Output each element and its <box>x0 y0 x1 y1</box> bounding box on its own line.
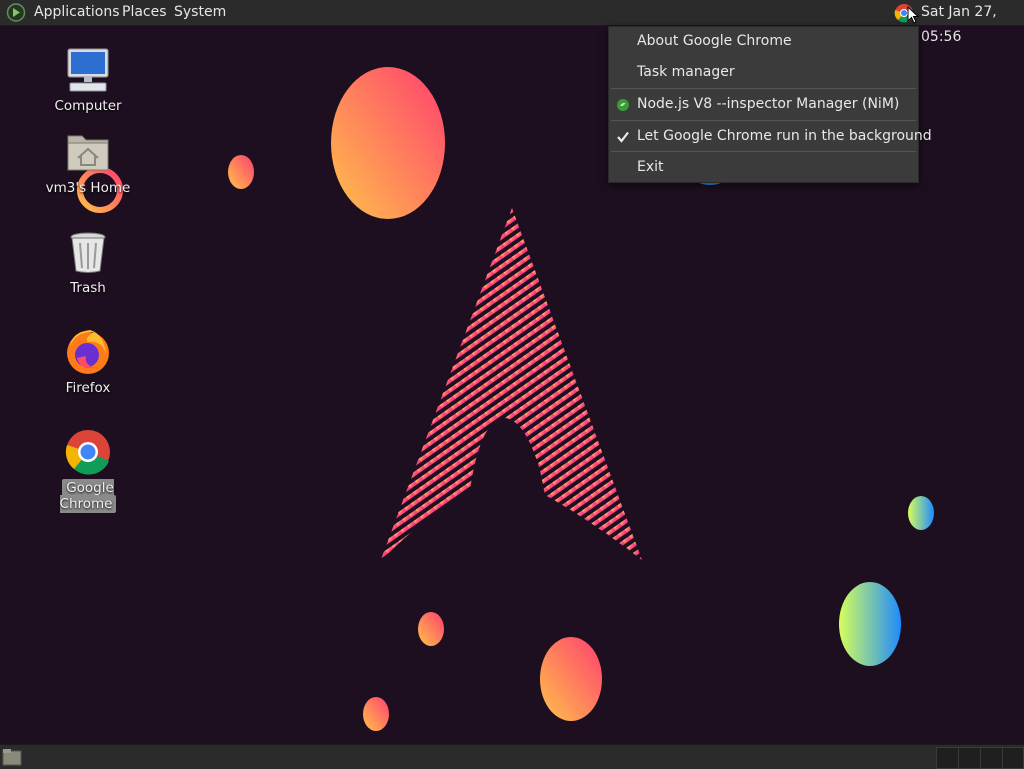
menu-separator <box>611 120 916 121</box>
bottom-panel <box>0 744 1024 769</box>
desktop-icon-label: Firefox <box>65 380 111 396</box>
menu-item-about-google-chrome[interactable]: About Google Chrome <box>609 27 918 57</box>
nim-extension-icon <box>617 99 629 111</box>
menu-item-task-manager[interactable]: Task manager <box>609 58 918 88</box>
desktop-icon-label: Trash <box>70 280 106 296</box>
menu-item-label: Exit <box>637 159 664 175</box>
workspace-3[interactable] <box>980 747 1003 769</box>
menu-separator <box>611 88 916 89</box>
menu-item-run-in-background[interactable]: Let Google Chrome run in the background <box>609 122 932 152</box>
desktop-icon-label: Computer <box>54 98 122 114</box>
show-desktop-icon[interactable] <box>2 748 22 766</box>
applications-menu[interactable]: Applications <box>34 0 120 25</box>
menu-item-label: Let Google Chrome run in the background <box>637 128 932 144</box>
firefox-icon <box>67 330 109 374</box>
menu-item-label: About Google Chrome <box>637 33 792 49</box>
applications-menu-icon[interactable] <box>6 3 26 22</box>
chrome-tray-context-menu: About Google Chrome Task manager Node.js… <box>608 26 932 183</box>
desktop-icon-label: Google Chrome <box>36 479 140 513</box>
trash-icon <box>70 232 106 273</box>
desktop-icon-trash[interactable]: Trash <box>36 228 140 298</box>
desktop-icon-firefox[interactable]: Firefox <box>36 328 140 398</box>
workspace-4[interactable] <box>1002 747 1024 769</box>
computer-icon <box>67 48 109 92</box>
menu-item-label: Node.js V8 --inspector Manager (NiM) <box>637 96 900 112</box>
workspace-1[interactable] <box>936 747 959 769</box>
menu-item-nim[interactable]: Node.js V8 --inspector Manager (NiM) <box>609 90 918 120</box>
checkmark-icon <box>617 131 629 143</box>
menu-item-label: Task manager <box>637 64 735 80</box>
home-folder-icon <box>67 135 109 171</box>
chrome-icon <box>65 430 110 475</box>
desktop-icon-home[interactable]: vm3's Home <box>36 128 140 198</box>
menu-separator <box>611 151 916 152</box>
desktop-icon-label-text: Google Chrome <box>59 479 117 513</box>
places-menu[interactable]: Places <box>122 0 167 25</box>
system-menu[interactable]: System <box>174 0 226 25</box>
menu-item-exit[interactable]: Exit <box>609 153 918 183</box>
desktop-icon-google-chrome[interactable]: Google Chrome <box>36 428 140 513</box>
panel-clock[interactable]: Sat Jan 27, 05:56 <box>921 0 1024 45</box>
workspace-2[interactable] <box>958 747 981 769</box>
desktop-icon-label: vm3's Home <box>45 180 131 196</box>
top-panel: Applications Places System Sat Jan 27, 0… <box>0 0 1024 45</box>
mouse-cursor-icon <box>907 6 919 24</box>
desktop-icon-computer[interactable]: Computer <box>36 46 140 116</box>
